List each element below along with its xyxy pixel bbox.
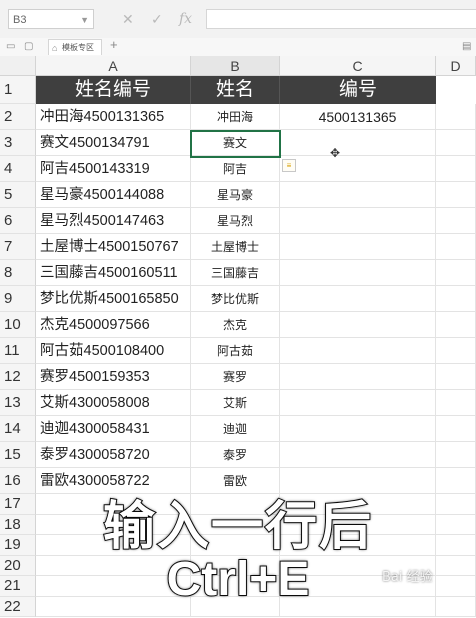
name-box[interactable]: B3 ▼	[8, 9, 94, 29]
column-header-b[interactable]: B	[191, 56, 280, 76]
cell-c[interactable]	[280, 182, 436, 208]
row-header[interactable]: 3	[0, 130, 36, 156]
add-tab-button[interactable]: +	[110, 38, 118, 52]
cell-a[interactable]: 艾斯4300058008	[36, 390, 191, 416]
caption-line-1: 输入一行后	[102, 496, 373, 558]
cell-d[interactable]	[436, 312, 476, 338]
cell-b[interactable]: 艾斯	[191, 390, 280, 416]
cell-a[interactable]: 迪迦4300058431	[36, 416, 191, 442]
row-header[interactable]: 4	[0, 156, 36, 182]
cursor-icon: ✥	[330, 146, 341, 160]
watermark: Bai 经验	[382, 570, 433, 585]
cell-b[interactable]: 泰罗	[191, 442, 280, 468]
chevron-down-icon[interactable]: ▼	[80, 10, 89, 30]
home-icon: ⌂	[52, 43, 58, 53]
cell-d[interactable]	[436, 390, 476, 416]
cell-c[interactable]	[280, 130, 436, 156]
cell-c[interactable]	[280, 390, 436, 416]
flash-fill-options-icon[interactable]: ≡	[282, 159, 296, 172]
formula-input[interactable]	[206, 9, 476, 29]
cell-b[interactable]: 星马烈	[191, 208, 280, 234]
layout-icon[interactable]: ▤	[462, 40, 471, 54]
cell-b[interactable]: 阿古茹	[191, 338, 280, 364]
menu-icon[interactable]: ▭	[6, 40, 15, 54]
cell-a[interactable]: 土屋博士4500150767	[36, 234, 191, 260]
cell-a[interactable]: 星马烈4500147463	[36, 208, 191, 234]
row-header[interactable]: 7	[0, 234, 36, 260]
column-header-c[interactable]: C	[280, 56, 436, 76]
row-header[interactable]: 5	[0, 182, 36, 208]
tab-template-zone[interactable]: ⌂ 模板专区	[48, 39, 102, 55]
cell-a[interactable]: 赛文4500134791	[36, 130, 191, 156]
cell-d[interactable]	[436, 208, 476, 234]
row-header[interactable]: 2	[0, 104, 36, 130]
cell-b[interactable]: 赛罗	[191, 364, 280, 390]
cell-a[interactable]: 阿吉4500143319	[36, 156, 191, 182]
column-header-a[interactable]: A	[36, 56, 191, 76]
row-header[interactable]: 14	[0, 416, 36, 442]
cell-d[interactable]	[436, 130, 476, 156]
folder-icon[interactable]: ▢	[24, 40, 33, 54]
cell-d[interactable]	[436, 260, 476, 286]
header-cell-id[interactable]: 编号	[280, 76, 436, 104]
cell-d[interactable]	[436, 442, 476, 468]
cell-c[interactable]	[280, 416, 436, 442]
cell-d[interactable]	[436, 416, 476, 442]
cell-b[interactable]: 梦比优斯	[191, 286, 280, 312]
cell-c[interactable]	[280, 234, 436, 260]
cell-c[interactable]	[280, 442, 436, 468]
cell-a[interactable]: 冲田海4500131365	[36, 104, 191, 130]
tab-label: 模板专区	[62, 43, 94, 52]
cell-b[interactable]: 星马豪	[191, 182, 280, 208]
cell-b[interactable]: 土屋博士	[191, 234, 280, 260]
cell-a[interactable]: 阿古茹4500108400	[36, 338, 191, 364]
cell-c[interactable]	[280, 312, 436, 338]
cell-a[interactable]: 星马豪4500144088	[36, 182, 191, 208]
select-all-corner[interactable]	[0, 56, 36, 76]
cell-reference: B3	[13, 14, 27, 26]
row-header[interactable]: 6	[0, 208, 36, 234]
confirm-icon[interactable]: ✓	[151, 10, 163, 28]
header-cell-name[interactable]: 姓名	[191, 76, 280, 104]
cell-d[interactable]	[436, 156, 476, 182]
row-header[interactable]: 12	[0, 364, 36, 390]
cell-b[interactable]: 阿吉	[191, 156, 280, 182]
formula-bar: B3 ▼ ✕ ✓ fx	[0, 0, 476, 39]
cell-d[interactable]	[436, 338, 476, 364]
cell-a[interactable]: 三国藤吉4500160511	[36, 260, 191, 286]
cell-d[interactable]	[436, 286, 476, 312]
cell-c[interactable]: 4500131365	[280, 104, 436, 130]
cell-b[interactable]: 赛文	[191, 130, 280, 156]
cell-c[interactable]	[280, 364, 436, 390]
cell-c[interactable]	[280, 208, 436, 234]
row-header[interactable]: 10	[0, 312, 36, 338]
cell-c[interactable]	[280, 156, 436, 182]
cell-c[interactable]	[280, 286, 436, 312]
row-header[interactable]: 13	[0, 390, 36, 416]
tab-strip: ▭ ▢ ⌂ 模板专区 + ▤	[0, 38, 476, 57]
cell-a[interactable]: 梦比优斯4500165850	[36, 286, 191, 312]
cell-c[interactable]	[280, 260, 436, 286]
cell-c[interactable]	[280, 338, 436, 364]
cell-a[interactable]: 泰罗4300058720	[36, 442, 191, 468]
row-header[interactable]: 9	[0, 286, 36, 312]
cell-b[interactable]: 冲田海	[191, 104, 280, 130]
cell-a[interactable]: 杰克4500097566	[36, 312, 191, 338]
cell-d[interactable]	[436, 104, 476, 130]
cell-d[interactable]	[436, 364, 476, 390]
cell-d[interactable]	[436, 182, 476, 208]
cell-b[interactable]: 迪迦	[191, 416, 280, 442]
function-icon[interactable]: fx	[179, 10, 192, 28]
row-header[interactable]: 1	[0, 76, 36, 104]
column-header-d[interactable]: D	[436, 56, 476, 76]
cell-a[interactable]: 赛罗4500159353	[36, 364, 191, 390]
cell-d[interactable]	[436, 234, 476, 260]
row-header[interactable]: 11	[0, 338, 36, 364]
cell-b[interactable]: 杰克	[191, 312, 280, 338]
row-header[interactable]: 15	[0, 442, 36, 468]
cancel-icon[interactable]: ✕	[122, 10, 134, 28]
cell-b[interactable]: 三国藤吉	[191, 260, 280, 286]
header-cell-name-id[interactable]: 姓名编号	[36, 76, 191, 104]
row-header[interactable]: 8	[0, 260, 36, 286]
